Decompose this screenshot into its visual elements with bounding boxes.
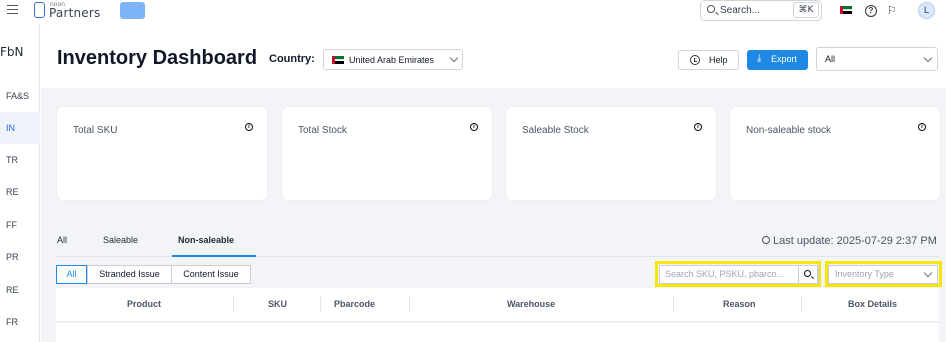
card-title: Total SKU	[73, 125, 118, 136]
clock-icon	[762, 236, 770, 244]
col-product[interactable]: Product	[127, 299, 161, 309]
chevron-down-icon	[923, 268, 933, 278]
column-separator	[233, 296, 234, 312]
page-title: Inventory Dashboard	[57, 47, 258, 69]
logo-text[interactable]: Partners	[49, 6, 100, 20]
scope-value: All	[825, 54, 836, 64]
country-value: United Arab Emirates	[349, 55, 435, 65]
menu-icon[interactable]	[7, 5, 18, 15]
sidebar-item-fas[interactable]: FA&S	[0, 80, 40, 112]
column-separator	[801, 296, 802, 312]
segment-all[interactable]: All	[56, 265, 87, 284]
col-sku[interactable]: SKU	[268, 299, 287, 309]
inventory-type-select[interactable]: Inventory Type	[828, 265, 938, 284]
sidebar-item-ff[interactable]: FF	[0, 209, 40, 241]
info-icon[interactable]: i	[694, 123, 702, 131]
info-icon[interactable]: i	[245, 123, 253, 131]
global-search[interactable]: Search... ⌘K	[700, 0, 822, 21]
col-pbarcode[interactable]: Pbarcode	[334, 299, 375, 309]
sidebar-item-re-2[interactable]: RE	[0, 274, 40, 306]
report-flag-icon[interactable]: ⚐	[887, 4, 901, 18]
sku-search-input[interactable]: Search SKU, PSKU, pbarco...	[659, 265, 819, 284]
shortcut-badge: ⌘K	[793, 2, 819, 18]
search-icon	[707, 5, 715, 13]
card-title: Saleable Stock	[522, 125, 589, 136]
card-title: Non-saleable stock	[746, 125, 832, 136]
store-chip[interactable]	[120, 2, 145, 19]
tab-non-saleable[interactable]: Non-saleable	[178, 235, 234, 245]
sidebar-item-tr[interactable]: TR	[0, 144, 40, 176]
country-select[interactable]: United Arab Emirates	[323, 49, 463, 70]
sidebar: FbN FA&S IN TR RE FF PR RE FR	[0, 24, 40, 342]
search-placeholder: Search...	[720, 5, 761, 16]
card-non-saleable-stock: Non-saleable stock i	[730, 107, 940, 200]
logo-icon	[34, 2, 45, 18]
top-bar: noon Partners Search... ⌘K ? ⚐ L	[0, 0, 946, 24]
search-icon	[804, 270, 811, 277]
sidebar-brand: FbN	[0, 45, 24, 59]
col-box-details[interactable]: Box Details	[848, 299, 897, 309]
scope-select[interactable]: All	[816, 47, 938, 71]
card-total-sku: Total SKU i	[57, 107, 267, 200]
export-button[interactable]: ⤓ Export	[747, 50, 808, 70]
column-separator	[673, 296, 674, 312]
tab-all[interactable]: All	[57, 235, 67, 245]
sidebar-item-fr[interactable]: FR	[0, 306, 40, 338]
segment-stranded-issue[interactable]: Stranded Issue	[87, 265, 172, 284]
column-separator	[320, 296, 321, 312]
download-icon: ⤓	[757, 53, 762, 64]
country-label: Country:	[269, 53, 315, 65]
last-update-text: Last update: 2025-07-29 2:37 PM	[773, 235, 937, 247]
table-body	[56, 323, 939, 342]
chevron-down-icon	[449, 53, 459, 63]
sku-search-placeholder: Search SKU, PSKU, pbarco...	[665, 269, 785, 279]
uae-flag-icon[interactable]	[840, 6, 852, 14]
avatar[interactable]: L	[918, 2, 935, 19]
chevron-down-icon	[923, 53, 933, 63]
export-button-label: Export	[771, 54, 798, 64]
active-tab-indicator	[172, 255, 256, 257]
col-warehouse[interactable]: Warehouse	[507, 299, 555, 309]
search-button[interactable]	[798, 265, 818, 284]
sidebar-item-pr[interactable]: PR	[0, 241, 40, 273]
info-icon[interactable]: i	[470, 123, 478, 131]
col-reason[interactable]: Reason	[723, 299, 756, 309]
inventory-type-placeholder: Inventory Type	[835, 269, 894, 279]
last-update: Last update: 2025-07-29 2:37 PM	[762, 235, 937, 247]
help-button[interactable]: Help	[678, 50, 739, 70]
uae-flag-icon	[332, 56, 344, 64]
info-icon[interactable]: i	[918, 123, 926, 131]
help-icon[interactable]: ?	[865, 5, 877, 17]
card-total-stock: Total Stock i	[282, 107, 492, 200]
card-saleable-stock: Saleable Stock i	[506, 107, 716, 200]
clock-icon	[690, 55, 700, 65]
sidebar-item-inventory[interactable]: IN	[0, 112, 40, 144]
segment-content-issue[interactable]: Content Issue	[171, 265, 251, 284]
help-button-label: Help	[709, 55, 728, 65]
table-header: Product SKU Pbarcode Warehouse Reason Bo…	[56, 288, 939, 322]
tab-saleable[interactable]: Saleable	[103, 235, 138, 245]
sidebar-item-re[interactable]: RE	[0, 176, 40, 208]
card-title: Total Stock	[298, 125, 347, 136]
column-separator	[409, 296, 410, 312]
